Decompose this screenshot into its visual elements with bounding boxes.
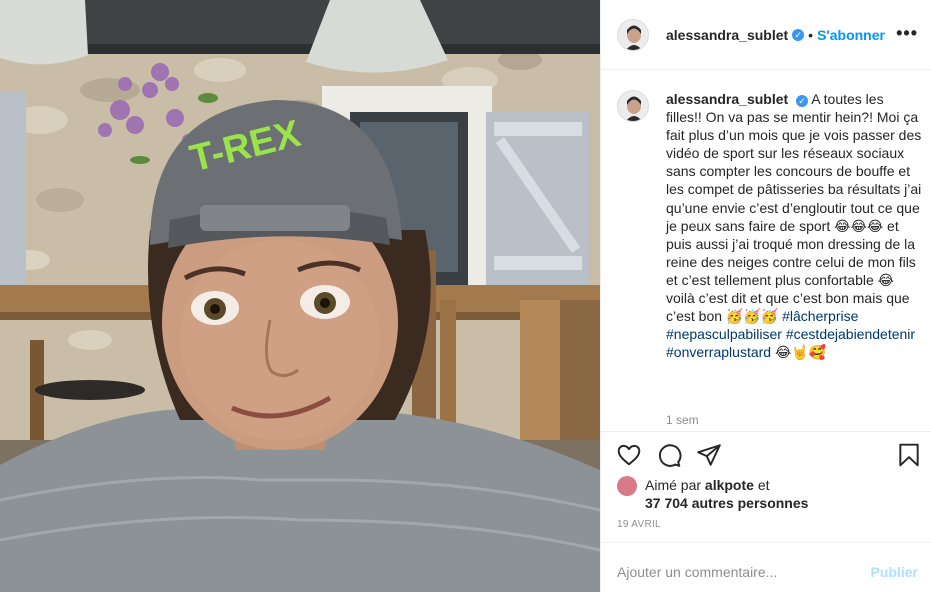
post-header: alessandra_sublet ✓ • S'abonner ••• [601, 0, 931, 70]
bookmark-icon[interactable] [896, 442, 922, 468]
liked-by-prefix: Aimé par [645, 477, 705, 493]
author-username-link[interactable]: alessandra_sublet [666, 27, 788, 43]
avatar-image [618, 91, 648, 121]
comment-input[interactable]: Ajouter un commentaire... [617, 564, 777, 580]
liked-by-suffix: et [753, 477, 770, 493]
post-date[interactable]: 19 AVRIL [617, 519, 661, 530]
hashtag-link[interactable]: #nepasculpabiliser [666, 326, 782, 342]
hashtag-link[interactable]: #cestdejabiendetenir [786, 326, 915, 342]
caption-body: A toutes les filles!! On va pas se menti… [666, 91, 922, 325]
hashtag-link[interactable]: #onverraplustard [666, 344, 771, 360]
comment-box: Ajouter un commentaire... Publier [601, 542, 931, 592]
selfie-image: T-REX [0, 0, 600, 592]
caption-emoji-end: 😂🤘🥰 [774, 344, 827, 361]
caption-author-avatar[interactable] [617, 90, 649, 122]
publish-button[interactable]: Publier [871, 564, 918, 580]
avatar-image [618, 19, 648, 50]
post-caption: alessandra_sublet ✓ A toutes les filles!… [617, 90, 922, 361]
verified-badge-icon: ✓ [796, 95, 809, 107]
follow-button[interactable]: S'abonner [817, 27, 885, 43]
author-avatar[interactable] [617, 18, 649, 51]
send-icon[interactable] [696, 442, 722, 468]
caption-username-link[interactable]: alessandra_sublet [666, 91, 788, 107]
action-bar [601, 431, 931, 477]
comment-icon[interactable] [656, 442, 682, 468]
more-options-icon[interactable]: ••• [896, 24, 918, 42]
liker-username-link[interactable]: alkpote [705, 477, 754, 493]
header-separator: • [808, 26, 814, 43]
liked-by-line: Aimé par alkpote et [645, 476, 770, 494]
instagram-post: T-REX alessandra_sublet ✓ • S'abonner ••… [0, 0, 931, 592]
liker-avatar[interactable] [617, 476, 637, 496]
hashtag-link[interactable]: #lâcherprise [782, 308, 858, 324]
caption-text: alessandra_sublet ✓ A toutes les filles!… [666, 90, 922, 361]
post-side-panel: alessandra_sublet ✓ • S'abonner ••• ales… [600, 0, 931, 592]
post-photo[interactable]: T-REX [0, 0, 600, 592]
caption-timestamp[interactable]: 1 sem [666, 413, 699, 427]
likes-count-link[interactable]: 37 704 autres personnes [645, 494, 808, 512]
verified-badge-icon: ✓ [792, 28, 805, 41]
heart-icon[interactable] [616, 442, 642, 468]
